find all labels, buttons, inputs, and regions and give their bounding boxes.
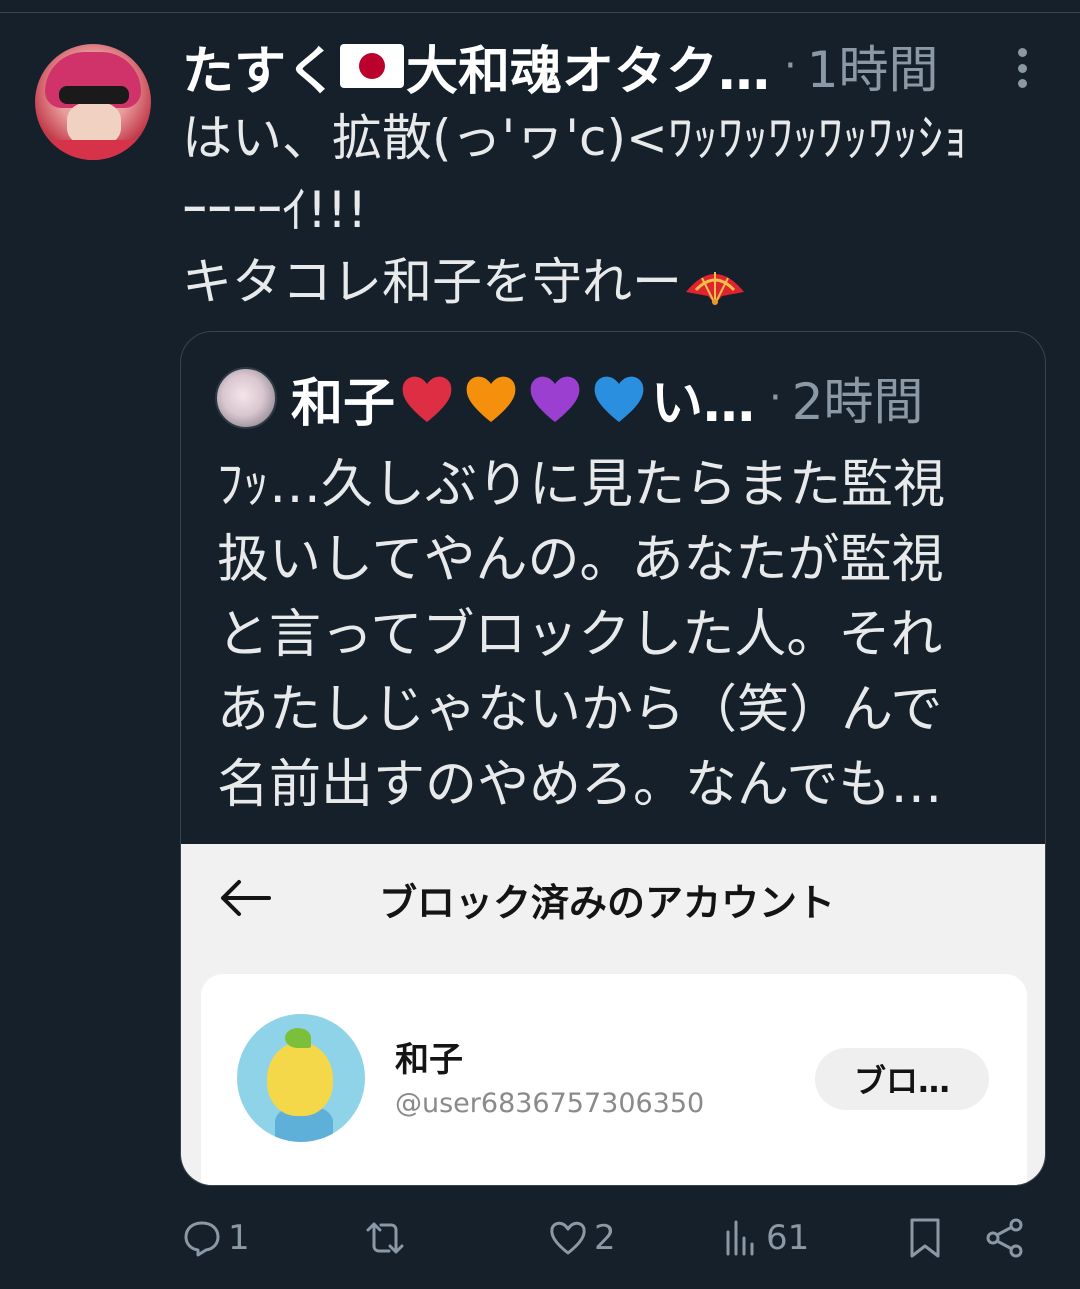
tweet-text-line: キタコレ和子を守れー — [182, 253, 682, 311]
tweet-header: たすく 大和魂オタク… · 1時間 — [182, 30, 939, 102]
screenshot-title: ブロック済みのアカウント — [379, 881, 836, 925]
quote-header: 和子 い… · 2時間 — [215, 362, 924, 434]
quote-text-line: あたしじゃないから（笑）んで — [217, 680, 943, 740]
reply-icon — [184, 1221, 220, 1257]
repost-icon — [366, 1222, 404, 1254]
blocked-account-avatar — [237, 1014, 365, 1142]
tweet-text-line: ｰｰｰｰｲ!!! — [182, 181, 368, 239]
quote-text-line: 扱いしてやんの。あなたが監視 — [217, 530, 944, 590]
views-chart-icon — [726, 1220, 754, 1256]
author-avatar[interactable] — [35, 44, 151, 160]
blocked-account-card: 和子 @user6836757306350 ブロ… — [201, 974, 1027, 1185]
quote-timestamp: 2時間 — [791, 373, 924, 431]
repost-button[interactable] — [362, 1206, 408, 1270]
quote-author-avatar — [215, 367, 277, 429]
quote-author-name-part1: 和子 — [291, 373, 396, 434]
quoted-tweet-card[interactable]: 和子 い… · 2時間 ﾌｯ…久しぶりに見たらまた監視 扱いしてやんの。あなたが… — [180, 331, 1046, 1186]
quote-separator: · — [769, 375, 782, 421]
reply-button[interactable]: 1 — [182, 1206, 250, 1270]
heart-outline-icon — [550, 1221, 586, 1255]
header-separator: · — [784, 43, 797, 89]
blocked-account-handle: @user6836757306350 — [395, 1088, 705, 1119]
bookmark-icon — [910, 1218, 940, 1258]
like-button[interactable]: 2 — [548, 1206, 616, 1270]
top-divider — [0, 0, 1080, 13]
red-heart-icon — [402, 376, 452, 422]
quote-text: ﾌｯ…久しぶりに見たらまた監視 扱いしてやんの。あなたが監視 と言ってブロックし… — [217, 448, 1017, 823]
blue-heart-icon — [594, 376, 644, 422]
purple-heart-icon — [530, 376, 580, 422]
author-name-part1[interactable]: たすく — [182, 29, 338, 104]
orange-heart-icon — [466, 376, 516, 422]
quote-text-line: ﾌｯ…久しぶりに見たらまた監視 — [217, 455, 946, 515]
quote-author-name-part2: い… — [651, 373, 756, 434]
share-icon — [986, 1218, 1023, 1258]
quote-attached-screenshot[interactable]: ブロック済みのアカウント 和子 @user6836757306350 ブロ… — [181, 844, 1045, 1185]
tweet-detail-page: たすく 大和魂オタク… · 1時間 はい、拡散(っ'ヮ'c)<ﾜｯﾜｯﾜｯﾜｯﾜ… — [0, 0, 1080, 1289]
back-arrow-icon — [221, 880, 271, 916]
quote-text-line: と言ってブロックした人。それ — [217, 605, 943, 665]
blocked-status-button: ブロ… — [815, 1048, 989, 1110]
share-button[interactable] — [984, 1206, 1026, 1270]
reply-count: 1 — [228, 1218, 250, 1258]
folding-fan-icon — [686, 271, 744, 305]
bookmark-button[interactable] — [908, 1206, 942, 1270]
views-count: 61 — [766, 1218, 810, 1258]
tweet-timestamp[interactable]: 1時間 — [807, 30, 939, 102]
blocked-account-name: 和子 — [395, 1040, 463, 1080]
japan-flag-icon — [340, 44, 405, 88]
author-name-part2[interactable]: 大和魂オタク… — [406, 29, 770, 104]
tweet-text-line: はい、拡散(っ'ヮ'c)<ﾜｯﾜｯﾜｯﾜｯﾜｯｼｮ — [182, 109, 968, 167]
views-button[interactable]: 61 — [724, 1206, 809, 1270]
tweet-action-bar: 1 2 61 — [0, 1206, 1080, 1270]
quote-text-line: 名前出すのやめろ。なんでも… — [217, 755, 943, 815]
tweet-text: はい、拡散(っ'ヮ'c)<ﾜｯﾜｯﾜｯﾜｯﾜｯｼｮ ｰｰｰｰｲ!!! キタコレ和… — [182, 102, 1052, 318]
more-options-icon[interactable] — [1012, 48, 1032, 88]
like-count: 2 — [594, 1218, 616, 1258]
